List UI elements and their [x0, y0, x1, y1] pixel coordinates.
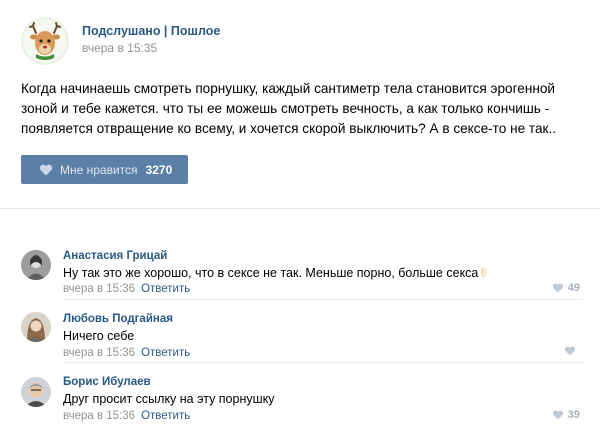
- user-photo-icon: [21, 377, 51, 407]
- comment-text: Ничего себе: [63, 329, 135, 343]
- comment-like-button[interactable]: 39: [552, 409, 580, 421]
- like-button[interactable]: Мне нравится 3270: [21, 155, 188, 184]
- reply-link[interactable]: Ответить: [141, 283, 190, 295]
- comment-like-count: 49: [567, 282, 580, 294]
- like-label: Мне нравится: [60, 162, 138, 177]
- user-photo-icon: [21, 312, 51, 342]
- comment-author-link[interactable]: Борис Ибулаев: [63, 376, 151, 388]
- comment-like-button[interactable]: [564, 346, 580, 356]
- post-comments-divider: [0, 208, 600, 238]
- comment-text: Ну так это же хорошо, что в сексе не так…: [63, 265, 489, 280]
- wall-post: Подслушано | Пошлое вчера в 15:35 Когда …: [0, 0, 600, 208]
- heart-icon: [552, 283, 563, 293]
- comment-item: Борис Ибулаев Друг просит ссылку на эту …: [0, 363, 600, 426]
- heart-icon: [564, 346, 576, 356]
- comment-timestamp[interactable]: вчера в 15:36: [63, 283, 135, 295]
- comment-text-body: Ну так это же хорошо, что в сексе не так…: [63, 266, 479, 280]
- comment-meta: вчера в 15:36 Ответить: [63, 410, 190, 422]
- heart-icon: [552, 410, 563, 420]
- user-photo-icon: [21, 250, 51, 280]
- comment-timestamp[interactable]: вчера в 15:36: [63, 410, 135, 422]
- heart-icon: [39, 164, 53, 175]
- deer-icon: [21, 17, 69, 65]
- comment-avatar[interactable]: [21, 250, 51, 280]
- post-timestamp[interactable]: вчера в 15:35: [82, 41, 157, 55]
- post-author-link[interactable]: Подслушано | Пошлое: [82, 24, 220, 38]
- comment-meta: вчера в 15:36 Ответить: [63, 347, 190, 359]
- comment-like-count: 39: [567, 409, 580, 421]
- reply-link[interactable]: Ответить: [141, 347, 190, 359]
- comment-text: Друг просит ссылку на эту порнушку: [63, 392, 275, 406]
- comment-meta: вчера в 15:36 Ответить: [63, 283, 190, 295]
- like-count: 3270: [145, 162, 173, 177]
- comment-item: Анастасия Грицай Ну так это же хорошо, ч…: [0, 238, 600, 300]
- reply-link[interactable]: Ответить: [141, 410, 190, 422]
- post-text: Когда начинаешь смотреть порнушку, кажды…: [21, 81, 557, 136]
- community-avatar[interactable]: [21, 17, 69, 65]
- comment-author-link[interactable]: Анастасия Грицай: [63, 250, 167, 262]
- comment-timestamp[interactable]: вчера в 15:36: [63, 347, 135, 359]
- comment-item: Любовь Подгайная Ничего себе вчера в 15:…: [0, 300, 600, 363]
- comment-avatar[interactable]: [21, 312, 51, 342]
- victory-hand-emoji: ✌: [478, 266, 489, 280]
- comment-author-link[interactable]: Любовь Подгайная: [63, 313, 173, 325]
- comment-avatar[interactable]: [21, 377, 51, 407]
- comment-like-button[interactable]: 49: [552, 282, 580, 294]
